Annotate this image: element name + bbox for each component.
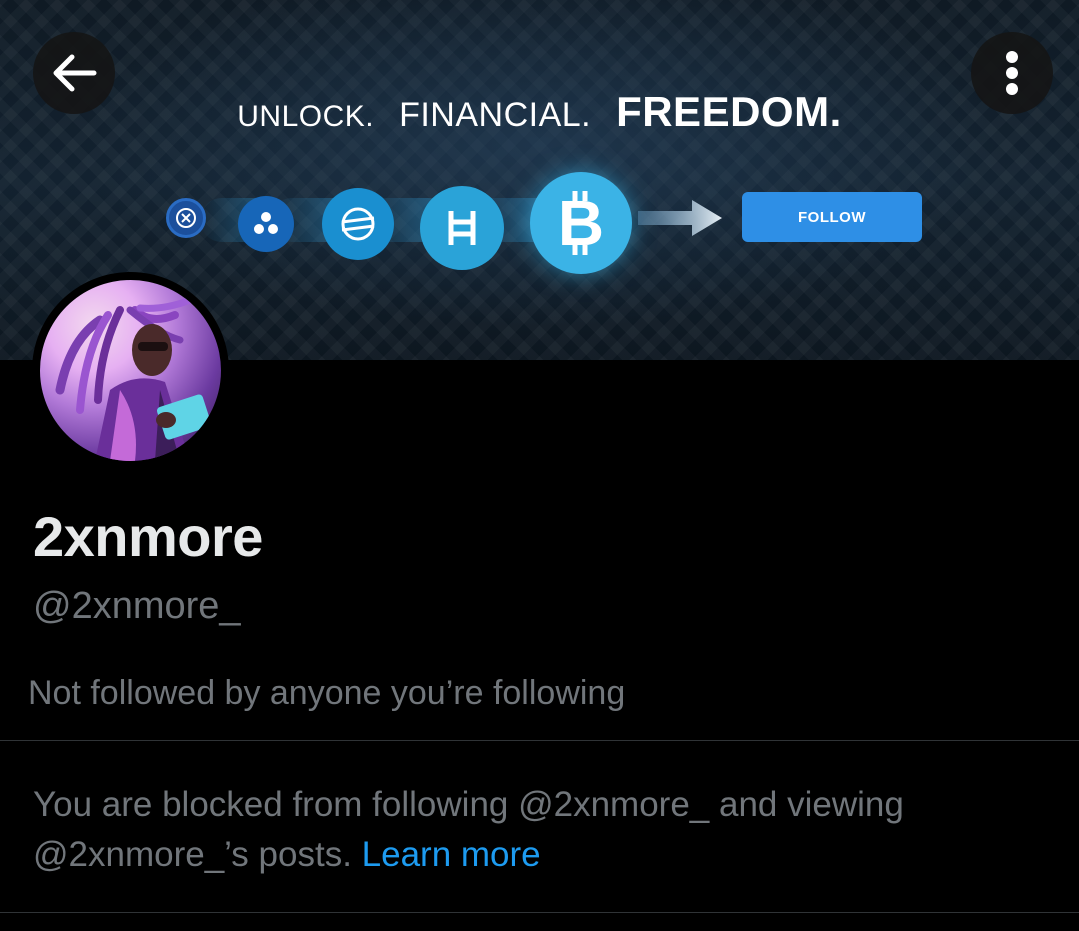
more-options-button[interactable] [971, 32, 1053, 114]
tagline-word-freedom: FREEDOM. [616, 88, 842, 135]
banner-follow-graphic: FOLLOW [742, 192, 922, 242]
bitcoin-icon: B [530, 172, 632, 274]
username-handle: @2xnmore_ [33, 585, 241, 627]
display-name: 2xnmore [33, 505, 263, 568]
tagline-word-financial: FINANCIAL. [399, 96, 592, 134]
mutual-followers-text[interactable]: Not followed by anyone you’re following [28, 674, 625, 713]
banner-tagline: UNLOCK. FINANCIAL. FREEDOM. [0, 88, 1079, 136]
svg-text:B: B [558, 189, 604, 257]
sol-icon [238, 196, 294, 252]
hbar-icon [420, 186, 504, 270]
xlm-icon [322, 188, 394, 260]
blocked-notice: You are blocked from following @2xnmore_… [33, 780, 1043, 880]
arrow-right-icon [638, 200, 722, 236]
avatar[interactable] [32, 272, 229, 469]
back-button[interactable] [33, 32, 115, 114]
divider [0, 740, 1079, 741]
divider [0, 912, 1079, 913]
learn-more-link[interactable]: Learn more [362, 835, 541, 874]
arrow-left-icon [53, 54, 97, 92]
more-vertical-icon [1006, 51, 1018, 95]
tagline-word-unlock: UNLOCK. [237, 100, 375, 133]
xdc-icon [166, 198, 206, 238]
avatar-image [40, 280, 221, 461]
